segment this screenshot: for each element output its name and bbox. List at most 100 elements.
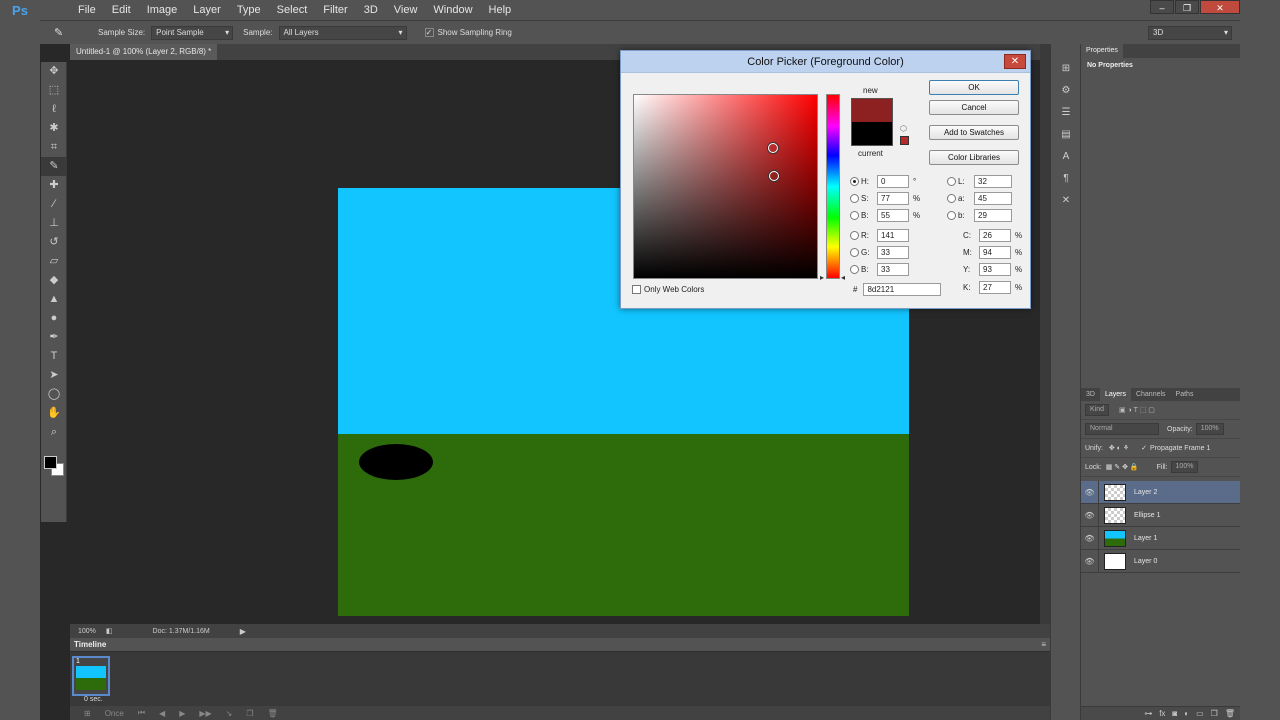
gamut-swatch[interactable] <box>900 136 909 145</box>
menu-layer[interactable]: Layer <box>185 0 229 20</box>
workspace-select[interactable]: 3D <box>1148 26 1232 40</box>
layer-name[interactable]: Layer 2 <box>1134 489 1157 496</box>
color-selector-ring[interactable] <box>769 171 779 181</box>
layer-row[interactable]: 👁 Layer 0 <box>1081 549 1241 573</box>
saturation-radio[interactable] <box>850 194 859 203</box>
adjustments-icon[interactable]: ⚙ <box>1051 82 1081 100</box>
menu-window[interactable]: Window <box>425 0 480 20</box>
marquee-tool-icon[interactable]: ⬚ <box>41 81 67 100</box>
delete-layer-icon[interactable]: 🗑 <box>1225 709 1235 718</box>
magenta-input[interactable]: 94 <box>979 246 1011 259</box>
duplicate-frame-icon[interactable]: ❐ <box>246 709 253 718</box>
properties-icon[interactable]: ☰ <box>1051 104 1081 122</box>
eyedropper-tool-icon[interactable]: ✎ <box>41 157 67 176</box>
tab-layers[interactable]: Layers <box>1099 388 1131 401</box>
checkbox-unchecked-icon[interactable] <box>632 285 641 294</box>
tween-icon[interactable]: ↘ <box>226 709 233 718</box>
blue-input[interactable]: 33 <box>877 263 909 276</box>
visibility-eye-icon[interactable]: 👁 <box>1081 503 1099 527</box>
new-group-icon[interactable]: ▭ <box>1196 709 1204 718</box>
first-frame-icon[interactable]: ⏮ <box>138 708 145 718</box>
red-input[interactable]: 141 <box>877 229 909 242</box>
zoom-level[interactable]: 100% <box>78 628 96 635</box>
hue-slider[interactable] <box>826 94 840 279</box>
hue-slider-arrow-icon[interactable]: ◂ <box>841 273 845 282</box>
add-mask-icon[interactable]: ◙ <box>1172 709 1177 718</box>
filter-kind-select[interactable]: Kind <box>1085 404 1110 416</box>
type-tool-icon[interactable]: T <box>41 347 67 366</box>
green-radio[interactable] <box>850 248 859 257</box>
unify-icons[interactable]: ✥ ◐ ⚘ <box>1109 444 1129 452</box>
frame-delay[interactable]: 0 sec. <box>84 696 103 703</box>
propagate-checkbox[interactable]: ✓ <box>1141 444 1147 452</box>
checkbox-checked-icon[interactable]: ✓ <box>424 28 434 37</box>
layer-row[interactable]: 👁 Layer 2 <box>1081 480 1241 504</box>
menu-select[interactable]: Select <box>269 0 316 20</box>
dialog-titlebar[interactable]: Color Picker (Foreground Color) ✕ <box>621 51 1030 73</box>
red-radio[interactable] <box>850 231 859 240</box>
menu-view[interactable]: View <box>386 0 426 20</box>
color-libraries-button[interactable]: Color Libraries <box>929 150 1019 165</box>
document-tab[interactable]: Untitled-1 @ 100% (Layer 2, RGB/8) * <box>70 44 218 60</box>
adjustment-layer-icon[interactable]: ◐ <box>1184 709 1189 718</box>
crop-tool-icon[interactable]: ⌗ <box>41 138 67 157</box>
lab-l-radio[interactable] <box>947 177 956 186</box>
tab-paths[interactable]: Paths <box>1171 388 1199 401</box>
hue-input[interactable]: 0 <box>877 175 909 188</box>
hue-slider-arrow-icon[interactable]: ▸ <box>820 273 824 282</box>
blur-tool-icon[interactable]: ▲ <box>41 290 67 309</box>
styles-icon[interactable]: ▤ <box>1051 126 1081 144</box>
paint-bucket-tool-icon[interactable]: ◆ <box>41 271 67 290</box>
sample-select[interactable]: All Layers <box>278 25 407 40</box>
next-frame-icon[interactable]: ▶▶ <box>199 709 211 718</box>
prev-frame-icon[interactable]: ◀ <box>159 709 165 718</box>
ok-button[interactable]: OK <box>929 80 1019 95</box>
pen-tool-icon[interactable]: ✒ <box>41 328 67 347</box>
lab-a-input[interactable]: 45 <box>974 192 1012 205</box>
cyan-input[interactable]: 26 <box>979 229 1011 242</box>
status-menu-arrow-icon[interactable]: ▶ <box>240 627 246 636</box>
visibility-eye-icon[interactable]: 👁 <box>1081 480 1099 504</box>
menu-file[interactable]: File <box>70 0 104 20</box>
zoom-tool-icon[interactable]: ⌕ <box>41 423 67 442</box>
new-layer-icon[interactable]: ❐ <box>1211 709 1218 718</box>
path-select-tool-icon[interactable]: ➤ <box>41 366 67 385</box>
delete-frame-icon[interactable]: 🗑 <box>268 709 278 718</box>
opacity-input[interactable]: 100% <box>1195 423 1224 435</box>
lock-icons[interactable]: ▦ ✎ ✥ 🔒 <box>1106 463 1139 471</box>
quick-select-tool-icon[interactable]: ✱ <box>41 119 67 138</box>
saturation-brightness-field[interactable] <box>633 94 818 279</box>
lab-b-radio[interactable] <box>947 211 956 220</box>
convert-icon[interactable]: ⊞ <box>84 709 91 718</box>
visibility-eye-icon[interactable]: 👁 <box>1081 526 1099 550</box>
tab-channels[interactable]: Channels <box>1131 388 1171 401</box>
history-icon[interactable]: ⊞ <box>1051 60 1081 78</box>
close-dialog-button[interactable]: ✕ <box>1004 54 1026 69</box>
yellow-input[interactable]: 93 <box>979 263 1011 276</box>
ellipse-shape[interactable] <box>359 444 433 480</box>
close-window-button[interactable]: ✕ <box>1200 0 1240 14</box>
menu-edit[interactable]: Edit <box>104 0 139 20</box>
black-input[interactable]: 27 <box>979 281 1011 294</box>
eyedropper-icon[interactable]: ✎ <box>54 26 68 40</box>
sample-size-select[interactable]: Point Sample <box>151 25 234 40</box>
cancel-button[interactable]: Cancel <box>929 100 1019 115</box>
menu-help[interactable]: Help <box>481 0 520 20</box>
dodge-tool-icon[interactable]: ● <box>41 309 67 328</box>
tab-properties[interactable]: Properties <box>1081 44 1123 58</box>
layer-name[interactable]: Ellipse 1 <box>1134 512 1160 519</box>
web-safe-cube-icon[interactable]: ⬡ <box>900 124 907 133</box>
layer-style-icon[interactable]: fx <box>1159 709 1165 718</box>
show-sampling-ring-checkbox[interactable]: ✓ Show Sampling Ring <box>424 28 512 37</box>
brightness-radio[interactable] <box>850 211 859 220</box>
foreground-color-swatch[interactable] <box>44 456 57 469</box>
minimize-button[interactable]: ‒ <box>1150 0 1174 14</box>
brightness-input[interactable]: 55 <box>877 209 909 222</box>
current-color-swatch[interactable] <box>851 122 893 146</box>
clone-stamp-tool-icon[interactable]: ⊥ <box>41 214 67 233</box>
blend-mode-select[interactable]: Normal <box>1085 423 1159 435</box>
filter-icons[interactable]: ▣ ◑ T ⬚ ▢ <box>1119 406 1155 414</box>
character-icon[interactable]: A <box>1051 148 1081 166</box>
loop-select[interactable]: Once <box>105 709 124 718</box>
lab-a-radio[interactable] <box>947 194 956 203</box>
